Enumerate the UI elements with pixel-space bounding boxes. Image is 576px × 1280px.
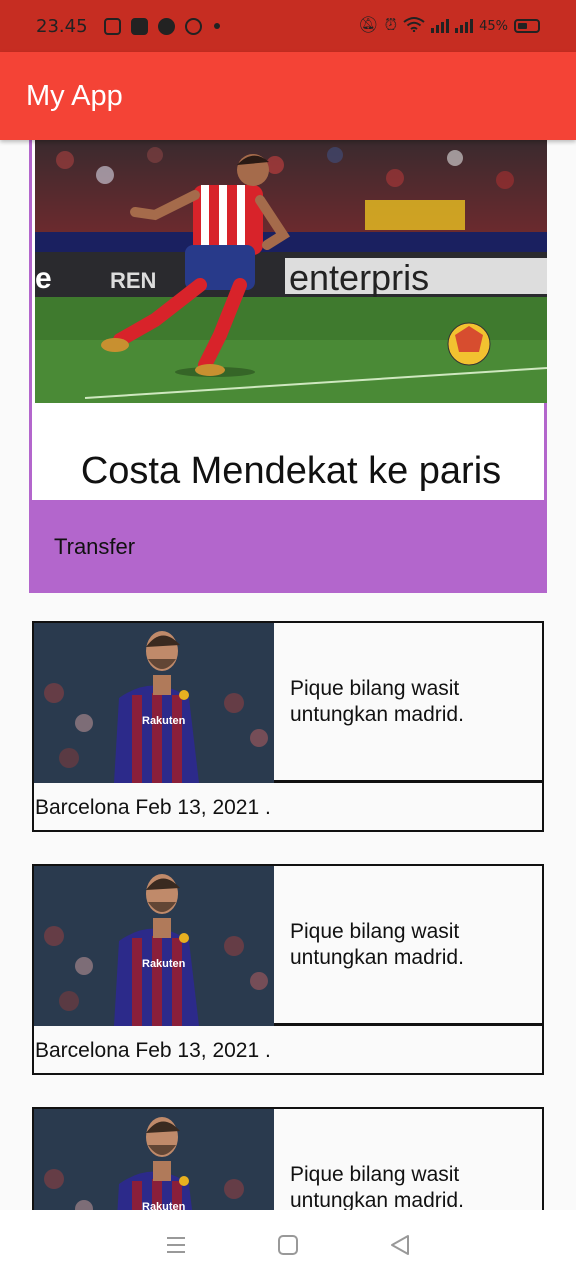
news-card[interactable]: Rakuten Pique bilang wasit untungkan mad…	[32, 1107, 544, 1210]
svg-text:Rakuten: Rakuten	[142, 958, 186, 970]
featured-news-category: Transfer	[54, 533, 136, 559]
menu-icon[interactable]	[164, 1233, 188, 1257]
battery-level: 45%	[479, 18, 508, 34]
news-card-top: Rakuten Pique bilang wasit untungkan mad…	[34, 866, 542, 1026]
svg-text:Rakuten: Rakuten	[142, 715, 186, 727]
svg-text:REN: REN	[110, 268, 156, 293]
news-headline: Pique bilang wasit untungkan madrid.	[290, 919, 464, 969]
news-card-top: Rakuten Pique bilang wasit untungkan mad…	[34, 623, 542, 783]
svg-text:e: e	[35, 262, 52, 295]
alarm-icon: ⏰︎	[384, 17, 398, 34]
signal-icon	[455, 19, 474, 33]
app-title: My App	[26, 79, 123, 112]
featured-news-footer: Transfer	[29, 500, 547, 593]
status-time: 23.45	[36, 15, 88, 37]
mute-icon: 🔕︎	[358, 17, 379, 34]
news-card-top: Rakuten Pique bilang wasit untungkan mad…	[34, 1109, 542, 1210]
app-bar: My App	[0, 52, 576, 140]
system-nav-bar	[0, 1210, 576, 1280]
battery-icon	[514, 19, 540, 33]
home-icon[interactable]	[276, 1233, 300, 1257]
status-bar: 23.45 🔕︎ ⏰︎ 45%	[0, 0, 576, 52]
news-list[interactable]: e REN enterpris Costa Mendekat ke paris …	[0, 140, 576, 1210]
football-player-photo: e REN enterpris	[35, 140, 547, 403]
back-icon[interactable]	[388, 1233, 412, 1257]
news-meta: Barcelona Feb 13, 2021 .	[35, 1039, 271, 1062]
messenger-icon	[157, 17, 175, 35]
news-headline: Pique bilang wasit untungkan madrid.	[290, 1162, 464, 1211]
featured-news-title: Costa Mendekat ke paris	[80, 450, 502, 492]
svg-text:Rakuten: Rakuten	[142, 1201, 186, 1210]
app-icon	[130, 17, 148, 35]
whatsapp-icon	[184, 17, 202, 35]
instagram-icon	[103, 17, 121, 35]
featured-news-card[interactable]: e REN enterpris Costa Mendekat ke paris …	[29, 140, 547, 593]
news-card[interactable]: Rakuten Pique bilang wasit untungkan mad…	[32, 621, 544, 832]
notification-dot-icon	[213, 23, 220, 29]
svg-text:enterpris: enterpris	[289, 257, 429, 298]
player-photo: Rakuten	[34, 1109, 274, 1210]
status-indicators: 🔕︎ ⏰︎ 45%	[358, 16, 540, 36]
signal-icon	[431, 19, 450, 33]
player-photo: Rakuten	[34, 866, 274, 1026]
player-photo: Rakuten	[34, 623, 274, 783]
featured-card-frame: e REN enterpris Costa Mendekat ke paris	[29, 140, 547, 500]
news-headline: Pique bilang wasit untungkan madrid.	[290, 676, 464, 726]
news-card[interactable]: Rakuten Pique bilang wasit untungkan mad…	[32, 864, 544, 1075]
news-meta: Barcelona Feb 13, 2021 .	[35, 796, 271, 819]
wifi-icon	[403, 16, 425, 36]
